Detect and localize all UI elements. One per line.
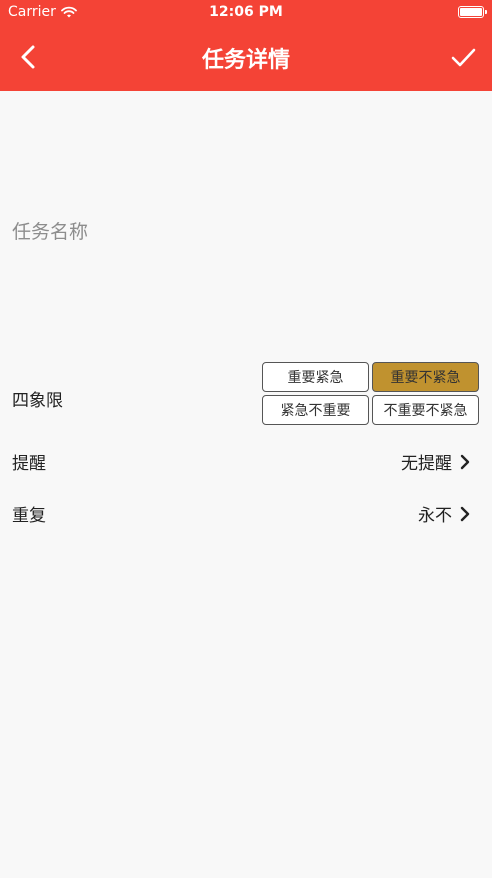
chevron-right-icon	[460, 454, 470, 469]
checkmark-icon	[451, 48, 476, 67]
task-name-input[interactable]	[12, 215, 480, 249]
reminder-selector[interactable]: 无提醒	[401, 449, 470, 474]
page-title: 任务详情	[201, 48, 290, 73]
confirm-button[interactable]	[448, 42, 478, 72]
reminder-value: 无提醒	[401, 454, 452, 474]
status-bar: Carrier 12:06 PM	[0, 0, 492, 24]
reminder-label: 提醒	[12, 454, 46, 474]
quadrant-urgent-not-important[interactable]: 紧急不重要	[262, 395, 369, 425]
quadrant-label: 四象限	[12, 391, 63, 411]
repeat-selector[interactable]: 永不	[418, 501, 470, 526]
battery-icon	[458, 6, 487, 18]
quadrant-important-not-urgent[interactable]: 重要不紧急	[372, 362, 479, 392]
quadrant-not-important-not-urgent[interactable]: 不重要不紧急	[372, 395, 479, 425]
status-time: 12:06 PM	[209, 4, 283, 20]
repeat-value: 永不	[418, 506, 452, 526]
nav-bar: 任务详情	[0, 24, 492, 91]
header: Carrier 12:06 PM 任务详情	[0, 0, 492, 91]
chevron-right-icon	[460, 506, 470, 521]
quadrant-important-urgent[interactable]: 重要紧急	[262, 362, 369, 392]
repeat-label: 重复	[12, 506, 46, 526]
